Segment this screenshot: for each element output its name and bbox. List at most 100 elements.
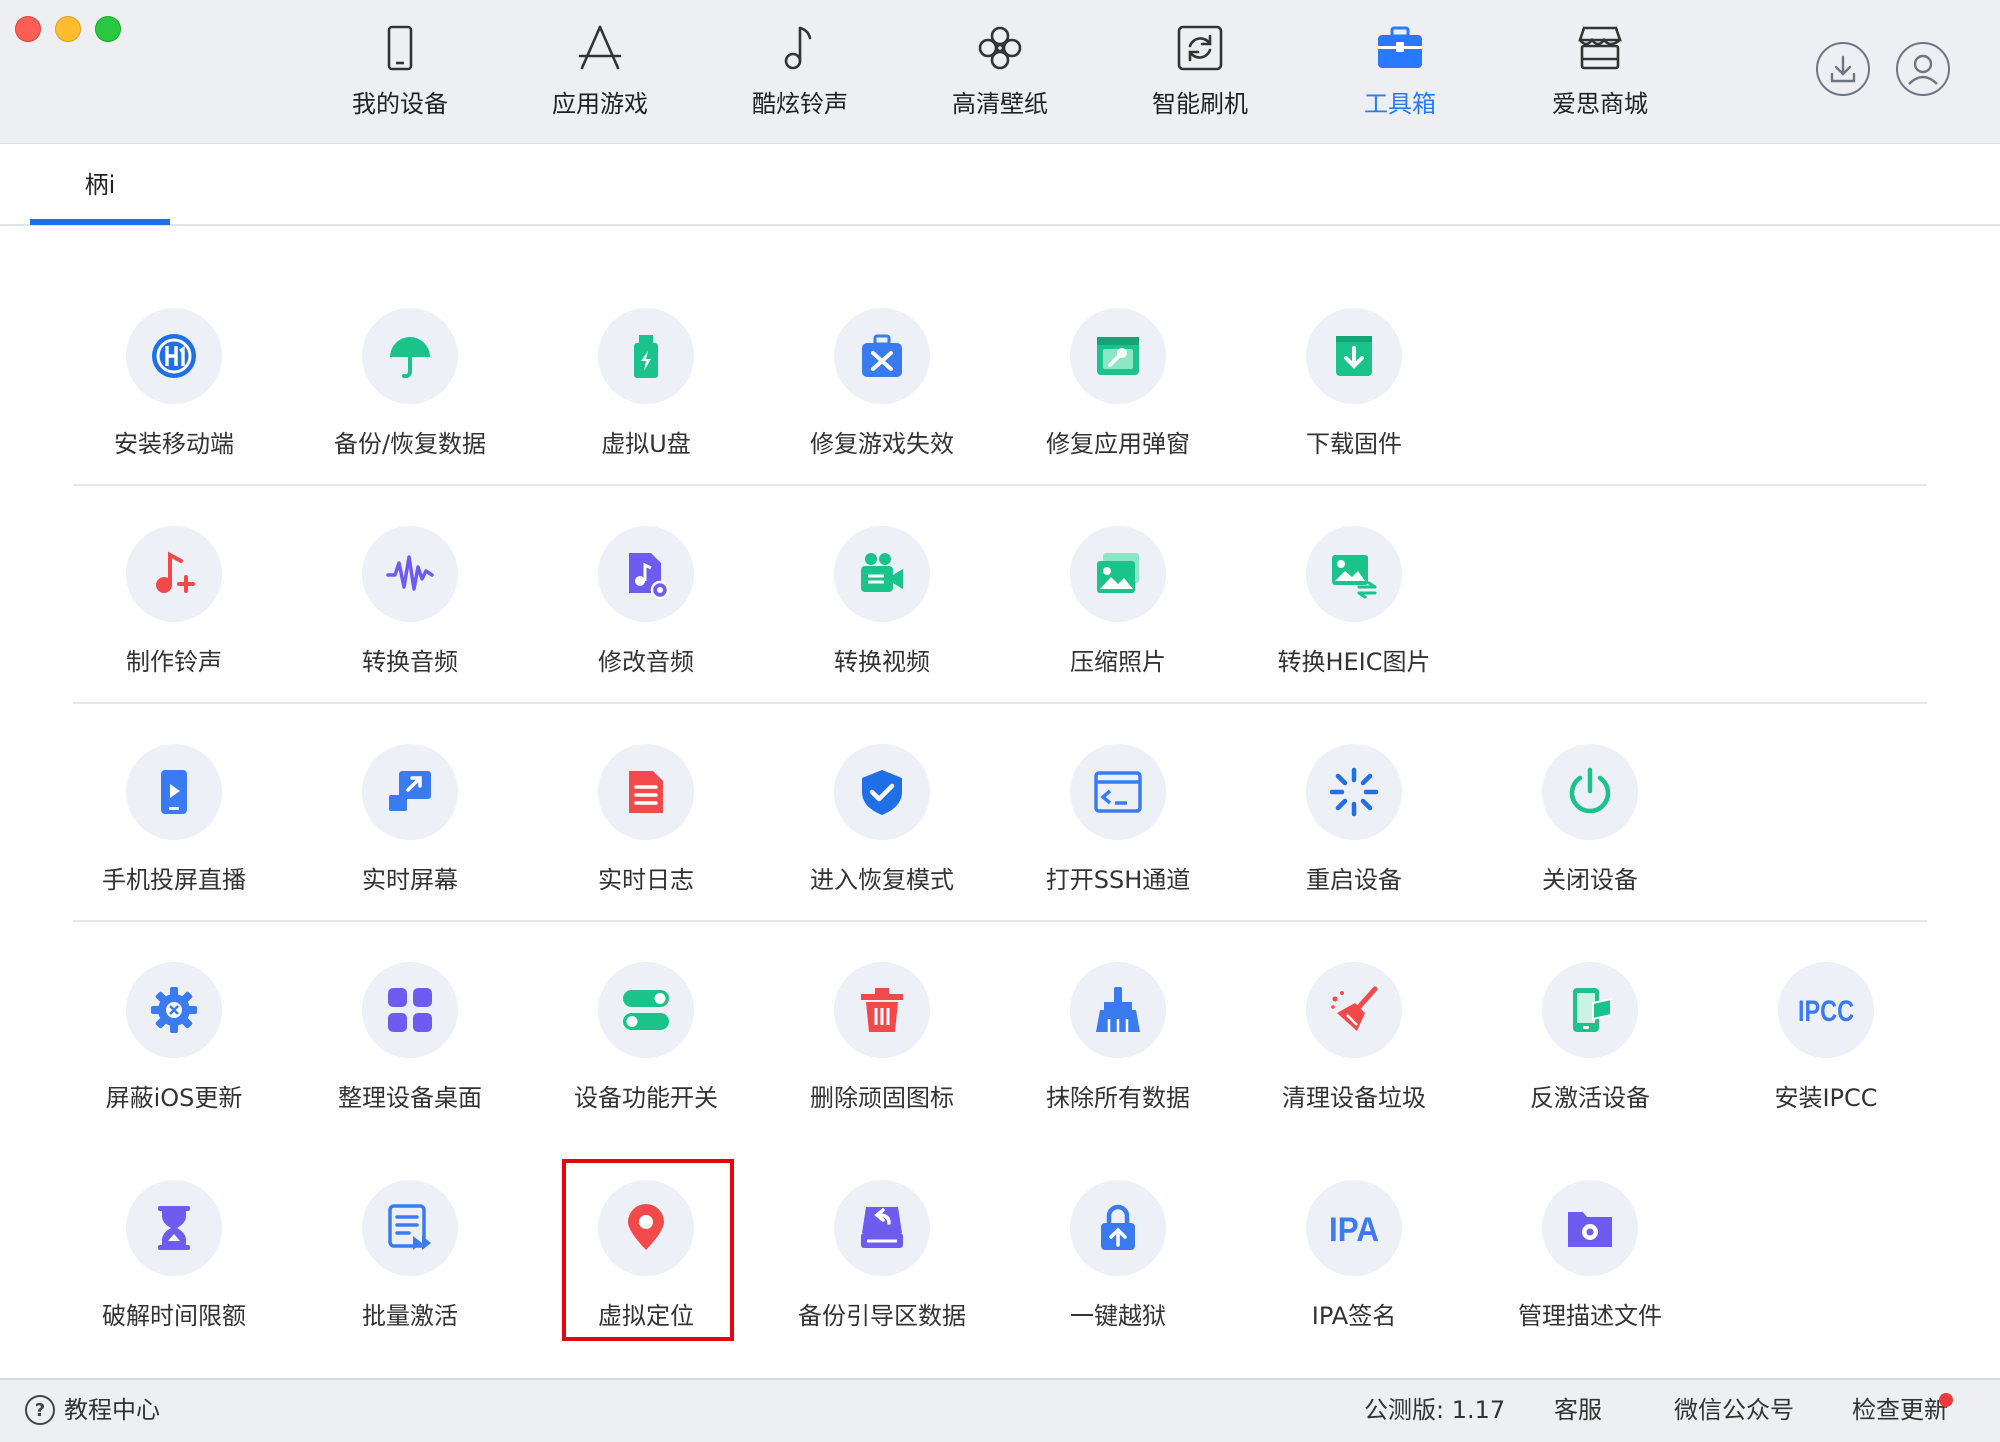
nav-ringtones[interactable]: 酷炫铃声 xyxy=(725,22,875,119)
repair-kit-icon xyxy=(862,334,902,377)
nav-wallpapers[interactable]: 高清壁纸 xyxy=(925,22,1075,119)
window-zoom-button[interactable] xyxy=(95,16,121,42)
tool-install-mobile[interactable]: 安装移动端 xyxy=(69,308,279,459)
tool-icon-circle xyxy=(126,308,222,404)
user-account-button[interactable] xyxy=(1896,42,1950,96)
tool-label: 备份引导区数据 xyxy=(798,1302,966,1330)
tool-realtime-screen[interactable]: 实时屏幕 xyxy=(305,744,515,895)
help-circle-icon: ? xyxy=(25,1395,55,1425)
tool-icon-circle xyxy=(1306,744,1402,840)
title-bar: 我的设备 应用游戏 酷炫铃声 高清壁纸 智能刷机 工具箱 爱思商城 xyxy=(0,0,2000,144)
tool-label: 制作铃声 xyxy=(126,648,222,676)
tool-virtual-usb[interactable]: 虚拟U盘 xyxy=(541,308,751,459)
tool-ipa-sign[interactable]: IPA IPA签名 xyxy=(1249,1180,1459,1331)
tool-icon-circle xyxy=(598,962,694,1058)
trash-icon xyxy=(861,988,903,1032)
tool-label: 重启设备 xyxy=(1306,866,1402,894)
tool-repair-popups[interactable]: 修复应用弹窗 xyxy=(1013,308,1223,459)
tab-label: 柄i xyxy=(84,171,116,199)
tool-erase-all[interactable]: 抹除所有数据 xyxy=(1013,962,1223,1113)
tool-feature-switches[interactable]: 设备功能开关 xyxy=(541,962,751,1113)
tool-icon-circle xyxy=(1306,962,1402,1058)
tool-icon-circle xyxy=(1542,744,1638,840)
tutorial-center-link[interactable]: 教程中心 xyxy=(64,1380,160,1440)
tool-compress-photos[interactable]: 压缩照片 xyxy=(1013,526,1223,677)
tool-clean-junk[interactable]: 清理设备垃圾 xyxy=(1249,962,1459,1113)
drive-backup-icon xyxy=(861,1207,903,1248)
tool-icon-circle xyxy=(126,526,222,622)
tool-download-firmware[interactable]: 下载固件 xyxy=(1249,308,1459,459)
tool-convert-heic[interactable]: 转换HEIC图片 xyxy=(1249,526,1459,677)
tool-label: 反激活设备 xyxy=(1530,1084,1650,1112)
download-button[interactable] xyxy=(1816,42,1870,96)
tool-convert-audio[interactable]: 转换音频 xyxy=(305,526,515,677)
window-close-button[interactable] xyxy=(15,16,41,42)
status-bar: ? 教程中心 公测版: 1.17 客服 微信公众号 检查更新 xyxy=(0,1378,2000,1442)
tool-edit-audio[interactable]: 修改音频 xyxy=(541,526,751,677)
tool-realtime-log[interactable]: 实时日志 xyxy=(541,744,751,895)
tool-icon-circle xyxy=(1542,962,1638,1058)
tool-organize-desktop[interactable]: 整理设备桌面 xyxy=(305,962,515,1113)
window-minimize-button[interactable] xyxy=(55,16,81,42)
tool-repair-games[interactable]: 修复游戏失效 xyxy=(777,308,987,459)
nav-apps-games[interactable]: 应用游戏 xyxy=(525,22,675,119)
tool-install-ipcc[interactable]: IPCC 安装IPCC xyxy=(1721,962,1931,1113)
audio-file-gear-icon xyxy=(629,553,670,599)
nav-label: 酷炫铃声 xyxy=(752,90,848,118)
wechat-account-link[interactable]: 微信公众号 xyxy=(1674,1380,1794,1440)
tool-label: 抹除所有数据 xyxy=(1046,1084,1190,1112)
version-label: 公测版: 1.17 xyxy=(1364,1396,1506,1424)
customer-service-link[interactable]: 客服 xyxy=(1554,1380,1602,1440)
tool-icon-circle: IPCC xyxy=(1778,962,1874,1058)
svg-text:IPA: IPA xyxy=(1329,1211,1379,1249)
tool-label: 一键越狱 xyxy=(1070,1302,1166,1330)
phone-flag-icon xyxy=(1573,988,1612,1032)
tool-deactivate[interactable]: 反激活设备 xyxy=(1485,962,1695,1113)
tool-shutdown-device[interactable]: 关闭设备 xyxy=(1485,744,1695,895)
tab-main[interactable]: 柄i xyxy=(30,144,170,224)
image-convert-icon xyxy=(1332,555,1377,599)
tool-restart-device[interactable]: 重启设备 xyxy=(1249,744,1459,895)
nav-toolbox[interactable]: 工具箱 xyxy=(1325,22,1475,119)
tool-label: 设备功能开关 xyxy=(574,1084,718,1112)
tool-phone-cast[interactable]: 手机投屏直播 xyxy=(69,744,279,895)
nav-label: 高清壁纸 xyxy=(952,90,1048,118)
tool-delete-icons[interactable]: 删除顽固图标 xyxy=(777,962,987,1113)
nav-my-device[interactable]: 我的设备 xyxy=(325,22,475,119)
tool-icon-circle xyxy=(126,744,222,840)
tool-icon-circle xyxy=(1070,526,1166,622)
tool-label: 管理描述文件 xyxy=(1518,1302,1662,1330)
tool-backup-restore[interactable]: 备份/恢复数据 xyxy=(305,308,515,459)
log-document-icon xyxy=(629,771,663,813)
tool-icon-circle xyxy=(834,308,930,404)
nav-flash[interactable]: 智能刷机 xyxy=(1125,22,1275,119)
tool-crack-screentime[interactable]: 破解时间限额 xyxy=(69,1180,279,1331)
tool-label: 进入恢复模式 xyxy=(810,866,954,894)
tool-open-ssh[interactable]: 打开SSH通道 xyxy=(1013,744,1223,895)
tool-convert-video[interactable]: 转换视频 xyxy=(777,526,987,677)
tool-label: 打开SSH通道 xyxy=(1045,866,1191,894)
tool-label: 关闭设备 xyxy=(1542,866,1638,894)
tool-batch-activate[interactable]: 批量激活 xyxy=(305,1180,515,1331)
tool-manage-profiles[interactable]: 管理描述文件 xyxy=(1485,1180,1695,1331)
window-wrench-icon xyxy=(1097,337,1139,375)
tab-bar: 柄i xyxy=(0,144,2000,226)
tool-backup-bootloader[interactable]: 备份引导区数据 xyxy=(777,1180,987,1331)
update-notification-badge xyxy=(1939,1393,1953,1407)
nav-store[interactable]: 爱思商城 xyxy=(1525,22,1675,119)
tool-label: 修复应用弹窗 xyxy=(1046,430,1190,458)
tool-recovery-mode[interactable]: 进入恢复模式 xyxy=(777,744,987,895)
phone-cast-icon xyxy=(161,770,187,814)
nav-label: 我的设备 xyxy=(352,90,448,118)
tool-block-ios-update[interactable]: 屏蔽iOS更新 xyxy=(69,962,279,1113)
tool-make-ringtone[interactable]: 制作铃声 xyxy=(69,526,279,677)
tool-icon-circle xyxy=(362,962,458,1058)
tool-icon-circle xyxy=(362,526,458,622)
check-update-link[interactable]: 检查更新 xyxy=(1852,1380,1948,1440)
tool-jailbreak[interactable]: 一键越狱 xyxy=(1013,1180,1223,1331)
usb-drive-icon xyxy=(634,335,658,378)
music-note-icon xyxy=(774,22,826,74)
hourglass-icon xyxy=(158,1206,190,1250)
phone-icon xyxy=(374,22,426,74)
tool-icon-circle xyxy=(598,526,694,622)
